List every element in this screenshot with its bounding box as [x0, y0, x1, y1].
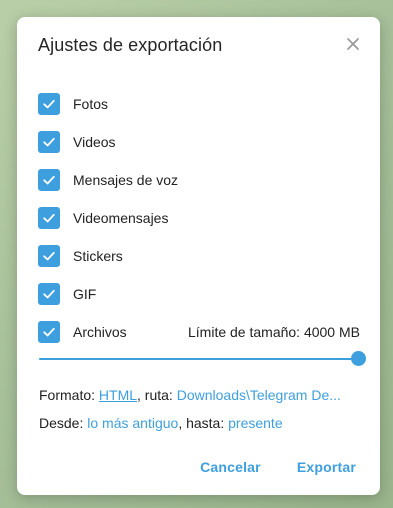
check-icon: [43, 327, 55, 337]
size-limit-label: Límite de tamaño: 4000 MB: [188, 324, 360, 340]
check-icon: [43, 137, 55, 147]
option-stickers[interactable]: Stickers: [38, 237, 360, 275]
photos-label: Fotos: [73, 96, 109, 112]
option-videos[interactable]: Videos: [38, 123, 360, 161]
stickers-checkbox[interactable]: [38, 245, 60, 267]
check-icon: [43, 213, 55, 223]
from-prefix: Desde:: [39, 415, 88, 431]
photos-checkbox[interactable]: [38, 93, 60, 115]
path-prefix: , ruta:: [137, 387, 177, 403]
video-messages-checkbox[interactable]: [38, 207, 60, 229]
videos-checkbox[interactable]: [38, 131, 60, 153]
slider-fill: [39, 358, 359, 360]
to-prefix: , hasta:: [178, 415, 229, 431]
files-checkbox[interactable]: [38, 321, 60, 343]
media-type-options: Fotos Videos Mensajes de voz Videomensaj…: [38, 85, 360, 351]
check-icon: [43, 251, 55, 261]
close-button[interactable]: [342, 33, 364, 55]
close-icon: [347, 38, 359, 50]
export-settings-dialog: Ajustes de exportación Fotos Videos Mens…: [17, 17, 380, 495]
dialog-title: Ajustes de exportación: [38, 35, 223, 55]
format-prefix: Formato:: [39, 387, 99, 403]
voice-messages-label: Mensajes de voz: [73, 172, 179, 188]
files-label: Archivos: [73, 324, 127, 340]
stickers-label: Stickers: [73, 248, 123, 264]
option-files[interactable]: Archivos Límite de tamaño: 4000 MB: [38, 313, 360, 351]
video-messages-label: Videomensajes: [73, 210, 169, 226]
option-voice-messages[interactable]: Mensajes de voz: [38, 161, 360, 199]
check-icon: [43, 289, 55, 299]
dialog-buttons: Cancelar Exportar: [200, 459, 356, 475]
date-range-line: Desde: lo más antiguo, hasta: presente: [39, 415, 283, 431]
cancel-button[interactable]: Cancelar: [200, 459, 261, 475]
path-link[interactable]: Downloads\Telegram De...: [177, 387, 341, 403]
check-icon: [43, 99, 55, 109]
format-path-line: Formato: HTML, ruta: Downloads\Telegram …: [39, 387, 362, 403]
from-link[interactable]: lo más antiguo: [87, 415, 178, 431]
videos-label: Videos: [73, 134, 116, 150]
size-limit-slider[interactable]: [39, 351, 366, 367]
to-link[interactable]: presente: [228, 415, 282, 431]
slider-thumb[interactable]: [351, 351, 366, 366]
gif-label: GIF: [73, 286, 97, 302]
option-gif[interactable]: GIF: [38, 275, 360, 313]
voice-messages-checkbox[interactable]: [38, 169, 60, 191]
export-button[interactable]: Exportar: [297, 459, 356, 475]
check-icon: [43, 175, 55, 185]
option-video-messages[interactable]: Videomensajes: [38, 199, 360, 237]
gif-checkbox[interactable]: [38, 283, 60, 305]
format-link[interactable]: HTML: [99, 387, 137, 403]
option-photos[interactable]: Fotos: [38, 85, 360, 123]
